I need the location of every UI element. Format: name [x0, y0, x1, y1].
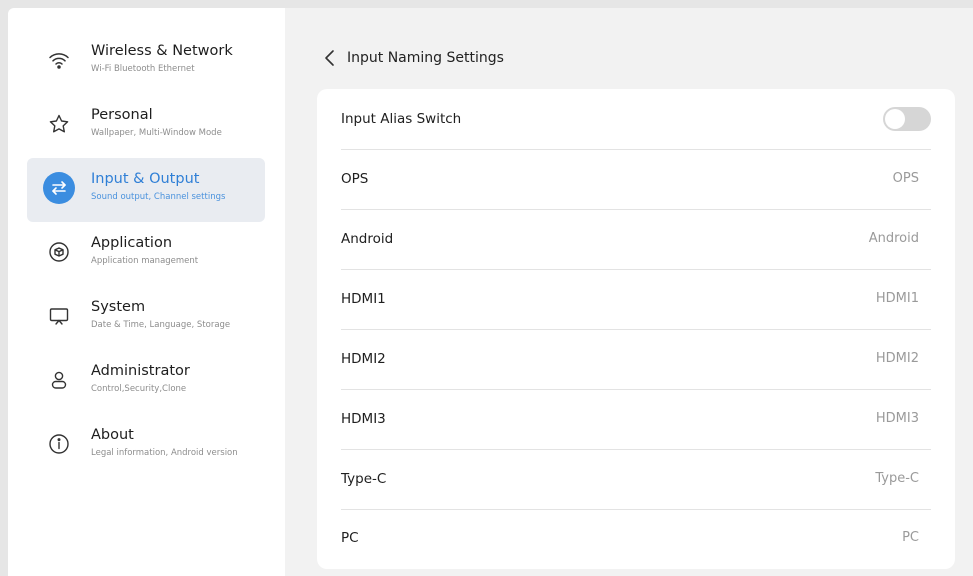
sidebar-item-subtitle: Date & Time, Language, Storage — [91, 320, 231, 330]
input-alias-value: OPS — [892, 171, 919, 187]
input-name-label: Android — [341, 230, 394, 247]
sidebar: Wireless & Network Wi-Fi Bluetooth Ether… — [8, 8, 285, 576]
page-title: Input Naming Settings — [347, 50, 504, 66]
input-name-label: Type-C — [341, 470, 387, 487]
sidebar-item-system[interactable]: System Date & Time, Language, Storage — [27, 286, 265, 350]
input-name-label: HDMI2 — [341, 350, 386, 367]
wifi-icon — [43, 44, 75, 76]
box-icon — [43, 236, 75, 268]
input-alias-value: HDMI1 — [875, 291, 919, 307]
sidebar-item-title: About — [91, 427, 134, 443]
input-row-android[interactable]: Android Android — [341, 209, 931, 270]
star-icon — [43, 108, 75, 140]
monitor-icon — [43, 300, 75, 332]
sidebar-item-application[interactable]: Application Application management — [27, 222, 265, 286]
input-name-label: HDMI1 — [341, 290, 386, 307]
input-alias-value: Android — [868, 231, 919, 247]
sidebar-item-subtitle: Application management — [91, 256, 199, 266]
sidebar-item-wireless-network[interactable]: Wireless & Network Wi-Fi Bluetooth Ether… — [27, 30, 265, 94]
input-alias-value: Type-C — [875, 471, 919, 487]
sidebar-item-title: Input & Output — [91, 171, 200, 187]
sidebar-item-personal[interactable]: Personal Wallpaper, Multi-Window Mode — [27, 94, 265, 158]
sidebar-item-title: Personal — [91, 107, 153, 123]
input-name-label: HDMI3 — [341, 410, 386, 427]
input-name-label: OPS — [341, 170, 369, 187]
input-alias-value: HDMI2 — [875, 351, 919, 367]
sidebar-item-subtitle: Wi-Fi Bluetooth Ethernet — [91, 64, 195, 74]
toggle-knob — [885, 108, 905, 129]
sidebar-item-title: Application — [91, 235, 173, 251]
input-alias-switch-row[interactable]: Input Alias Switch — [341, 89, 931, 150]
sidebar-item-about[interactable]: About Legal information, Android version — [27, 414, 265, 478]
main-panel: Input Naming Settings Input Alias Switch… — [285, 8, 973, 576]
sidebar-item-subtitle: Sound output, Channel settings — [91, 192, 226, 202]
sidebar-item-administrator[interactable]: Administrator Control,Security,Clone — [27, 350, 265, 414]
input-row-hdmi3[interactable]: HDMI3 HDMI3 — [341, 389, 931, 450]
sidebar-item-subtitle: Wallpaper, Multi-Window Mode — [91, 128, 222, 138]
input-row-type-c[interactable]: Type-C Type-C — [341, 449, 931, 510]
sidebar-item-input-output[interactable]: Input & Output Sound output, Channel set… — [27, 158, 265, 222]
input-row-hdmi2[interactable]: HDMI2 HDMI2 — [341, 329, 931, 390]
chevron-left-icon — [323, 49, 337, 67]
sidebar-item-subtitle: Control,Security,Clone — [91, 384, 187, 394]
sidebar-item-title: Administrator — [91, 363, 190, 379]
sidebar-item-title: Wireless & Network — [91, 43, 233, 59]
input-name-label: PC — [341, 529, 359, 546]
swap-arrows-icon — [43, 172, 75, 204]
sidebar-item-subtitle: Legal information, Android version — [91, 448, 238, 458]
input-row-hdmi1[interactable]: HDMI1 HDMI1 — [341, 269, 931, 330]
input-row-pc[interactable]: PC PC — [341, 508, 931, 568]
input-alias-value: HDMI3 — [875, 411, 919, 427]
sidebar-item-title: System — [91, 299, 146, 315]
input-alias-toggle[interactable] — [883, 106, 931, 131]
settings-card: Input Alias Switch OPS OPS Android Andro… — [317, 89, 955, 569]
input-alias-switch-label: Input Alias Switch — [341, 110, 462, 127]
user-icon — [43, 364, 75, 396]
info-icon — [43, 428, 75, 460]
input-row-ops[interactable]: OPS OPS — [341, 149, 931, 210]
input-alias-value: PC — [902, 530, 919, 546]
back-button[interactable]: Input Naming Settings — [323, 46, 504, 70]
